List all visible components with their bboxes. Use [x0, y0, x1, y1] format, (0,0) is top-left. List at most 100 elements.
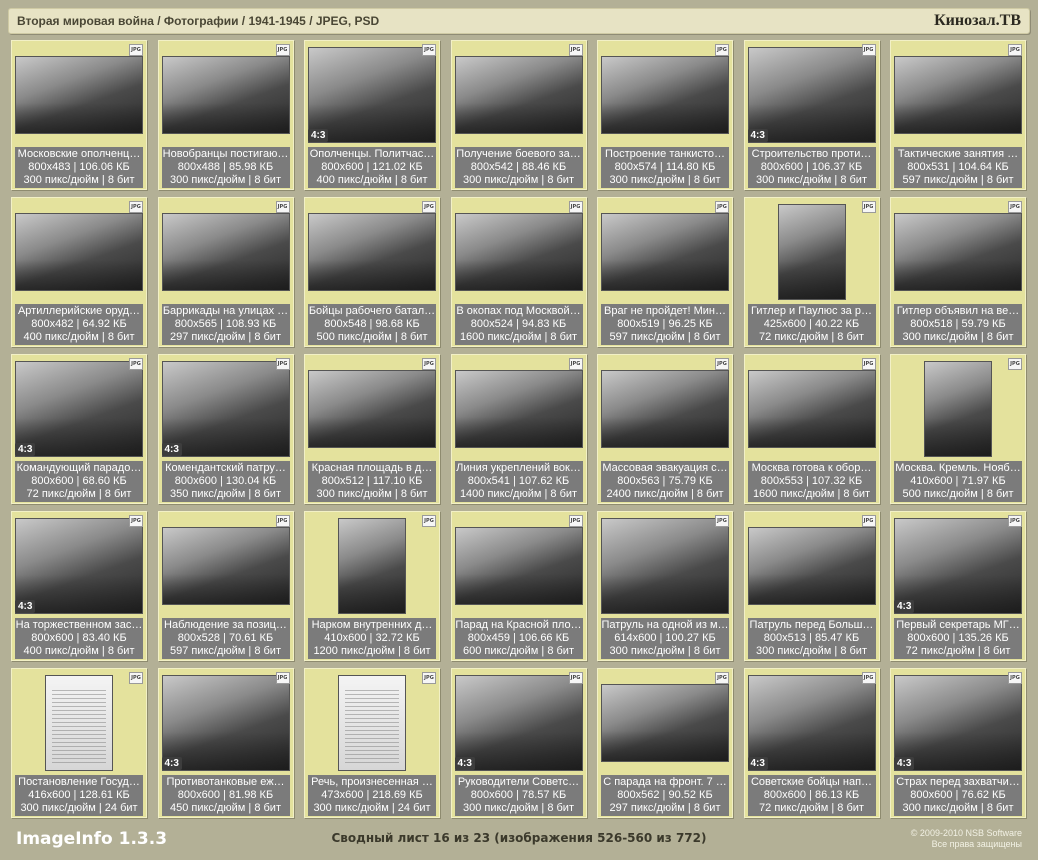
file-title: В окопах под Москвой…	[456, 305, 581, 317]
thumbnail-tile[interactable]: JPG Гитлер и Паулюс за р… 425x600 | 40.22 …	[743, 197, 880, 347]
file-title: Враг не пройдет! Мин…	[604, 305, 726, 317]
thumbnail-image[interactable]	[308, 370, 436, 448]
thumbnail-tile[interactable]: JPG 4:3 Руководители Советс… 800x600 | 78.5…	[450, 668, 587, 818]
thumbnail-tile[interactable]: JPG Постановление Госуд… 416x600 | 128.61 …	[11, 668, 147, 818]
image-dimensions: 800x512 | 117.10 КБ	[321, 475, 423, 487]
image-resolution: 597 пикс/дюйм | 8 бит	[169, 645, 281, 657]
thumbnail-image[interactable]	[161, 213, 290, 291]
thumbnail-image[interactable]	[454, 56, 583, 134]
thumbnail-tile[interactable]: JPG Красная площадь в д… 800x512 | 117.10 …	[304, 354, 440, 504]
thumbnail-image[interactable]	[924, 361, 992, 457]
file-title: Получение боевого за…	[456, 148, 581, 160]
thumbnail-image-area	[747, 358, 876, 460]
thumbnail-image[interactable]	[161, 56, 290, 134]
thumbnail-tile[interactable]: JPG Речь, произнесенная … 473x600 | 218.69…	[304, 668, 440, 818]
thumbnail-tile[interactable]: JPG В окопах под Москвой… 800x524 | 94.83 …	[450, 197, 587, 347]
thumbnail-tile[interactable]: JPG Линия укреплений вок… 800x541 | 107.62…	[450, 354, 587, 504]
thumbnail-image[interactable]	[454, 213, 583, 291]
thumbnail-image[interactable]	[601, 213, 729, 291]
image-resolution: 297 пикс/дюйм | 8 бит	[169, 331, 281, 343]
thumbnail-tile[interactable]: JPG 4:3 Ополченцы. Политчас… 800x600 | 121.…	[304, 40, 440, 190]
thumbnail-tile[interactable]: JPG 4:3 Командующий парадо… 800x600 | 68.60…	[11, 354, 147, 504]
thumbnail-tile[interactable]: JPG Москва. Кремль. Нояб… 410x600 | 71.97 …	[890, 354, 1026, 504]
thumbnail-tile[interactable]: JPG 4:3 Советские бойцы нап… 800x600 | 86.1…	[743, 668, 880, 818]
thumbnail-image[interactable]	[454, 370, 583, 448]
thumbnail-image[interactable]	[161, 527, 290, 605]
thumbnail-tile[interactable]: JPG Нарком внутренних д… 410x600 | 32.72 К…	[304, 511, 440, 661]
thumbnail-tile[interactable]: JPG Гитлер объявил на ве… 800x518 | 59.79 …	[890, 197, 1026, 347]
jpg-format-icon: JPG	[715, 515, 729, 527]
thumbnail-tile[interactable]: JPG Патруль на одной из м… 614x600 | 100.2…	[597, 511, 733, 661]
image-dimensions: 800x600 | 106.37 КБ	[760, 161, 863, 173]
image-dimensions: 800x563 | 75.79 КБ	[617, 475, 713, 487]
document-text-lines	[52, 690, 106, 764]
thumbnail-tile[interactable]: JPG 4:3 Страх перед захватчи… 800x600 | 76.…	[890, 668, 1026, 818]
thumbnail-image-area	[454, 515, 583, 617]
thumbnail-tile[interactable]: JPG С парада на фронт. 7 … 800x562 | 90.52…	[597, 668, 733, 818]
sheet-summary: Сводный лист 16 из 23 (изображения 526-5…	[331, 831, 707, 845]
thumbnail-tile[interactable]: JPG Наблюдение за позиц… 800x528 | 70.61 К…	[157, 511, 294, 661]
thumbnail-caption: Московские ополченц… 800x483 | 106.06 КБ 3…	[15, 147, 143, 188]
thumbnail-caption: Строительство проти… 800x600 | 106.37 КБ 3…	[747, 147, 876, 188]
jpg-format-icon: JPG	[422, 44, 436, 56]
thumbnail-image[interactable]	[15, 213, 143, 291]
thumbnail-tile[interactable]: JPG Новобранцы постигаю… 800x488 | 85.98 К…	[157, 40, 294, 190]
thumbnail-image[interactable]	[747, 527, 876, 605]
thumbnail-image[interactable]	[894, 56, 1022, 134]
image-dimensions: 800x483 | 106.06 КБ	[28, 161, 130, 173]
thumbnail-tile[interactable]: JPG 4:3 Первый секретарь МГ… 800x600 | 135.…	[890, 511, 1026, 661]
file-title: Ополченцы. Политчас…	[309, 148, 435, 160]
thumbnail-image-area	[161, 201, 290, 303]
thumbnail-caption: Гитлер объявил на ве… 800x518 | 59.79 КБ 3…	[894, 304, 1022, 345]
thumbnail-caption: Получение боевого за… 800x542 | 88.46 КБ 3…	[454, 147, 583, 188]
thumbnail-image[interactable]	[894, 213, 1022, 291]
thumbnail-tile[interactable]: JPG 4:3 Комендантский патру… 800x600 | 130.…	[157, 354, 294, 504]
document-text-lines	[345, 690, 399, 764]
copyright-line-1: © 2009-2010 NSB Software	[910, 828, 1022, 838]
thumbnail-caption: Построение танкисто… 800x574 | 114.80 КБ 3…	[601, 147, 729, 188]
thumbnail-tile[interactable]: JPG Баррикады на улицах … 800x565 | 108.93…	[157, 197, 294, 347]
thumbnail-caption: Патруль на одной из м… 614x600 | 100.27 К…	[601, 618, 729, 659]
thumbnail-tile[interactable]: JPG 4:3 Строительство проти… 800x600 | 106.…	[743, 40, 880, 190]
image-dimensions: 800x531 | 104.64 КБ	[907, 161, 1009, 173]
thumbnail-tile[interactable]: JPG Построение танкисто… 800x574 | 114.80 …	[597, 40, 733, 190]
thumbnail-image[interactable]	[601, 370, 729, 448]
thumbnail-image[interactable]	[777, 204, 846, 300]
image-resolution: 300 пикс/дюйм | 8 бит	[462, 802, 574, 814]
thumbnail-image[interactable]	[454, 527, 583, 605]
thumbnail-caption: Противотанковые еж… 800x600 | 81.98 КБ 450…	[161, 775, 290, 816]
file-title: На торжественном зас…	[15, 619, 143, 631]
thumbnail-tile[interactable]: JPG Массовая эвакуация с… 800x563 | 75.79 …	[597, 354, 733, 504]
thumbnail-tile[interactable]: JPG Московские ополченц… 800x483 | 106.06 …	[11, 40, 147, 190]
image-resolution: 300 пикс/дюйм | 8 бит	[23, 174, 135, 186]
thumbnail-image[interactable]	[747, 370, 876, 448]
image-resolution: 300 пикс/дюйм | 8 бит	[902, 331, 1014, 343]
thumbnail-image[interactable]	[601, 56, 729, 134]
thumbnail-tile[interactable]: JPG Получение боевого за… 800x542 | 88.46 …	[450, 40, 587, 190]
thumbnail-image[interactable]	[338, 518, 406, 614]
thumbnail-tile[interactable]: JPG Враг не пройдет! Мин… 800x519 | 96.25 …	[597, 197, 733, 347]
thumbnail-image[interactable]	[15, 56, 143, 134]
thumbnail-tile[interactable]: JPG Бойцы рабочего батал… 800x548 | 98.68 …	[304, 197, 440, 347]
copyright: © 2009-2010 NSB Software Все права защищ…	[911, 828, 1022, 850]
jpg-format-icon: JPG	[715, 672, 729, 684]
thumbnail-image[interactable]	[45, 675, 113, 771]
file-title: Наблюдение за позиц…	[164, 619, 287, 631]
thumbnail-tile[interactable]: JPG Москва готова к обор… 800x553 | 107.32…	[743, 354, 880, 504]
thumbnail-tile[interactable]: JPG 4:3 На торжественном зас… 800x600 | 83.…	[11, 511, 147, 661]
file-title: Массовая эвакуация с…	[602, 462, 728, 474]
thumbnail-tile[interactable]: JPG Парад на Красной пло… 800x459 | 106.66…	[450, 511, 587, 661]
thumbnail-tile[interactable]: JPG Артиллерийские оруд… 800x482 | 64.92 К…	[11, 197, 147, 347]
file-title: Нарком внутренних д…	[311, 619, 433, 631]
thumbnail-image[interactable]	[601, 684, 729, 762]
thumbnail-tile[interactable]: JPG Патруль перед Больш… 800x513 | 85.47 К…	[743, 511, 880, 661]
thumbnail-image[interactable]	[338, 675, 406, 771]
thumbnail-tile[interactable]: JPG Тактические занятия … 800x531 | 104.64…	[890, 40, 1026, 190]
thumbnail-tile[interactable]: JPG 4:3 Противотанковые еж… 800x600 | 81.98…	[157, 668, 294, 818]
jpg-format-icon: JPG	[861, 515, 876, 527]
thumbnail-caption: Руководители Советс… 800x600 | 78.57 КБ 30…	[454, 775, 583, 816]
thumbnail-image[interactable]	[308, 213, 436, 291]
thumbnail-caption: На торжественном зас… 800x600 | 83.40 КБ 4…	[15, 618, 143, 659]
thumbnail-image[interactable]	[601, 518, 729, 614]
thumbnail-caption: С парада на фронт. 7 … 800x562 | 90.52 КБ…	[601, 775, 729, 816]
